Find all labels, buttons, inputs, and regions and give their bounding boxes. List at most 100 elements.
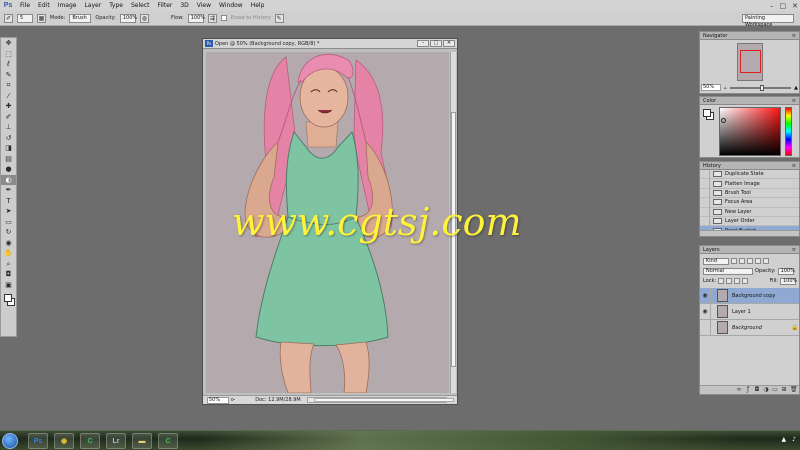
lightroom-icon[interactable]: Lr: [106, 433, 126, 449]
opacity-input[interactable]: 100%: [119, 13, 137, 23]
color-panel-foreground-swatch[interactable]: [703, 109, 711, 117]
color-panel-header[interactable]: Color ≡: [700, 97, 799, 105]
hand-icon[interactable]: ✋: [1, 248, 16, 259]
blur-icon[interactable]: ●: [1, 164, 16, 175]
document-titlebar[interactable]: Ps Open @ 50% (Background copy, RGB/8) *…: [203, 39, 457, 49]
menu-select[interactable]: Select: [127, 0, 154, 11]
menu-help[interactable]: Help: [247, 0, 269, 11]
menu-file[interactable]: File: [16, 0, 34, 11]
menu-3d[interactable]: 3D: [176, 0, 192, 11]
pen-icon[interactable]: ✒: [1, 185, 16, 196]
menu-layer[interactable]: Layer: [80, 0, 105, 11]
quick-select-icon[interactable]: ✎: [1, 70, 16, 81]
hue-slider[interactable]: [785, 107, 792, 156]
erase-to-history-checkbox[interactable]: [220, 15, 227, 21]
zoom-in-icon[interactable]: ▲: [794, 85, 798, 91]
zoom-icon[interactable]: ⌕: [1, 259, 16, 270]
link-layers-icon[interactable]: ∞: [736, 387, 742, 393]
tray-arrow-icon[interactable]: ▲: [782, 436, 787, 443]
history-item[interactable]: Flatten Image: [700, 179, 799, 189]
chrome-icon[interactable]: ◉: [54, 433, 74, 449]
history-item[interactable]: New Layer: [700, 207, 799, 217]
camtasia-recorder-icon[interactable]: C: [158, 433, 178, 449]
history-brush-icon[interactable]: ↺: [1, 133, 16, 144]
history-item[interactable]: Duplicate State: [700, 169, 799, 180]
zoom-level-input[interactable]: 50%: [207, 396, 229, 404]
navigator-zoom-input[interactable]: 50%: [701, 84, 721, 91]
brush-size-picker[interactable]: 5: [17, 13, 33, 23]
visibility-eye-icon[interactable]: ◉: [700, 303, 711, 320]
flow-input[interactable]: 100%: [187, 13, 205, 23]
airbrush-icon[interactable]: ⇶: [207, 13, 217, 23]
pressure-size-icon[interactable]: ✎: [274, 13, 284, 23]
3d-camera-icon[interactable]: ◉: [1, 238, 16, 249]
panel-menu-icon[interactable]: ≡: [792, 246, 796, 254]
adjustment-layer-icon[interactable]: ◑: [763, 387, 769, 393]
history-source-checkbox[interactable]: [700, 207, 710, 217]
fill-input[interactable]: 100%: [780, 277, 797, 285]
history-source-checkbox[interactable]: [700, 216, 710, 226]
3d-rotate-icon[interactable]: ↻: [1, 227, 16, 238]
layer-name[interactable]: Layer 1: [732, 309, 799, 315]
history-panel-header[interactable]: History ≡: [700, 162, 799, 170]
delete-layer-icon[interactable]: 🗑: [790, 387, 798, 393]
gradient-icon[interactable]: ▤: [1, 154, 16, 165]
navigator-thumbnail[interactable]: [737, 43, 763, 81]
dodge-icon[interactable]: ◐: [1, 174, 16, 185]
panel-menu-icon[interactable]: ≡: [792, 32, 796, 40]
visibility-eye-icon[interactable]: ◉: [700, 287, 711, 304]
shape-icon[interactable]: ▭: [1, 217, 16, 228]
history-source-checkbox[interactable]: [700, 179, 710, 189]
brush-icon[interactable]: ✐: [1, 112, 16, 123]
status-menu-icon[interactable]: ⊳: [231, 397, 235, 403]
menu-filter[interactable]: Filter: [154, 0, 177, 11]
layer-opacity-input[interactable]: 100%: [777, 267, 795, 275]
layer-mask-icon[interactable]: ◘: [754, 387, 760, 393]
lock-pixels-icon[interactable]: [726, 278, 733, 284]
marquee-icon[interactable]: ⬚: [1, 49, 16, 60]
menu-type[interactable]: Type: [105, 0, 127, 11]
layer-name[interactable]: Background copy: [732, 293, 799, 299]
eraser-icon[interactable]: ◨: [1, 143, 16, 154]
menu-view[interactable]: View: [193, 0, 215, 11]
history-item[interactable]: Brush Tool: [700, 188, 799, 199]
layer-row[interactable]: ◉ Background copy: [700, 287, 799, 304]
volume-icon[interactable]: ♪: [792, 436, 796, 443]
explorer-icon[interactable]: ▬: [132, 433, 152, 449]
navigator-view-box[interactable]: [740, 50, 761, 73]
pressure-opacity-icon[interactable]: ◍: [139, 13, 149, 23]
layer-name[interactable]: Background: [732, 325, 791, 331]
close-button[interactable]: ✕: [792, 2, 798, 10]
doc-minimize-button[interactable]: –: [417, 40, 429, 47]
new-group-icon[interactable]: ▭: [772, 387, 778, 393]
filter-shape-icon[interactable]: [755, 258, 761, 264]
quick-mask-icon[interactable]: ◘: [1, 269, 16, 280]
panel-menu-icon[interactable]: ≡: [792, 162, 796, 170]
navigator-zoom-knob[interactable]: [759, 84, 764, 91]
doc-maximize-button[interactable]: □: [430, 40, 442, 47]
foreground-color-swatch[interactable]: [4, 294, 12, 302]
history-source-checkbox[interactable]: [700, 188, 710, 198]
menu-edit[interactable]: Edit: [34, 0, 54, 11]
history-item[interactable]: Focus Area: [700, 197, 799, 208]
color-picker-field[interactable]: [719, 107, 781, 156]
layer-filter-kind-select[interactable]: Kind: [703, 257, 729, 265]
doc-close-button[interactable]: ✕: [443, 40, 455, 47]
layer-row[interactable]: Background 🔒: [700, 319, 799, 336]
brush-panel-icon[interactable]: ▦: [37, 13, 46, 23]
navigator-panel-header[interactable]: Navigator ≡: [700, 32, 799, 40]
maximize-button[interactable]: □: [780, 2, 787, 10]
zoom-out-icon[interactable]: ▵: [724, 85, 727, 91]
healing-icon[interactable]: ✚: [1, 101, 16, 112]
screen-mode-icon[interactable]: ▣: [1, 280, 16, 291]
workspace-select[interactable]: Painting Workspace: [742, 14, 794, 28]
history-source-checkbox[interactable]: [700, 169, 710, 179]
filter-adjustment-icon[interactable]: [739, 258, 745, 264]
minimize-button[interactable]: –: [770, 2, 774, 10]
filter-pixel-icon[interactable]: [731, 258, 737, 264]
move-icon[interactable]: ✥: [1, 38, 16, 49]
clone-stamp-icon[interactable]: ⊥: [1, 122, 16, 133]
panel-menu-icon[interactable]: ≡: [792, 97, 796, 105]
mode-select[interactable]: Brush: [69, 13, 92, 23]
filter-type-icon[interactable]: [747, 258, 753, 264]
